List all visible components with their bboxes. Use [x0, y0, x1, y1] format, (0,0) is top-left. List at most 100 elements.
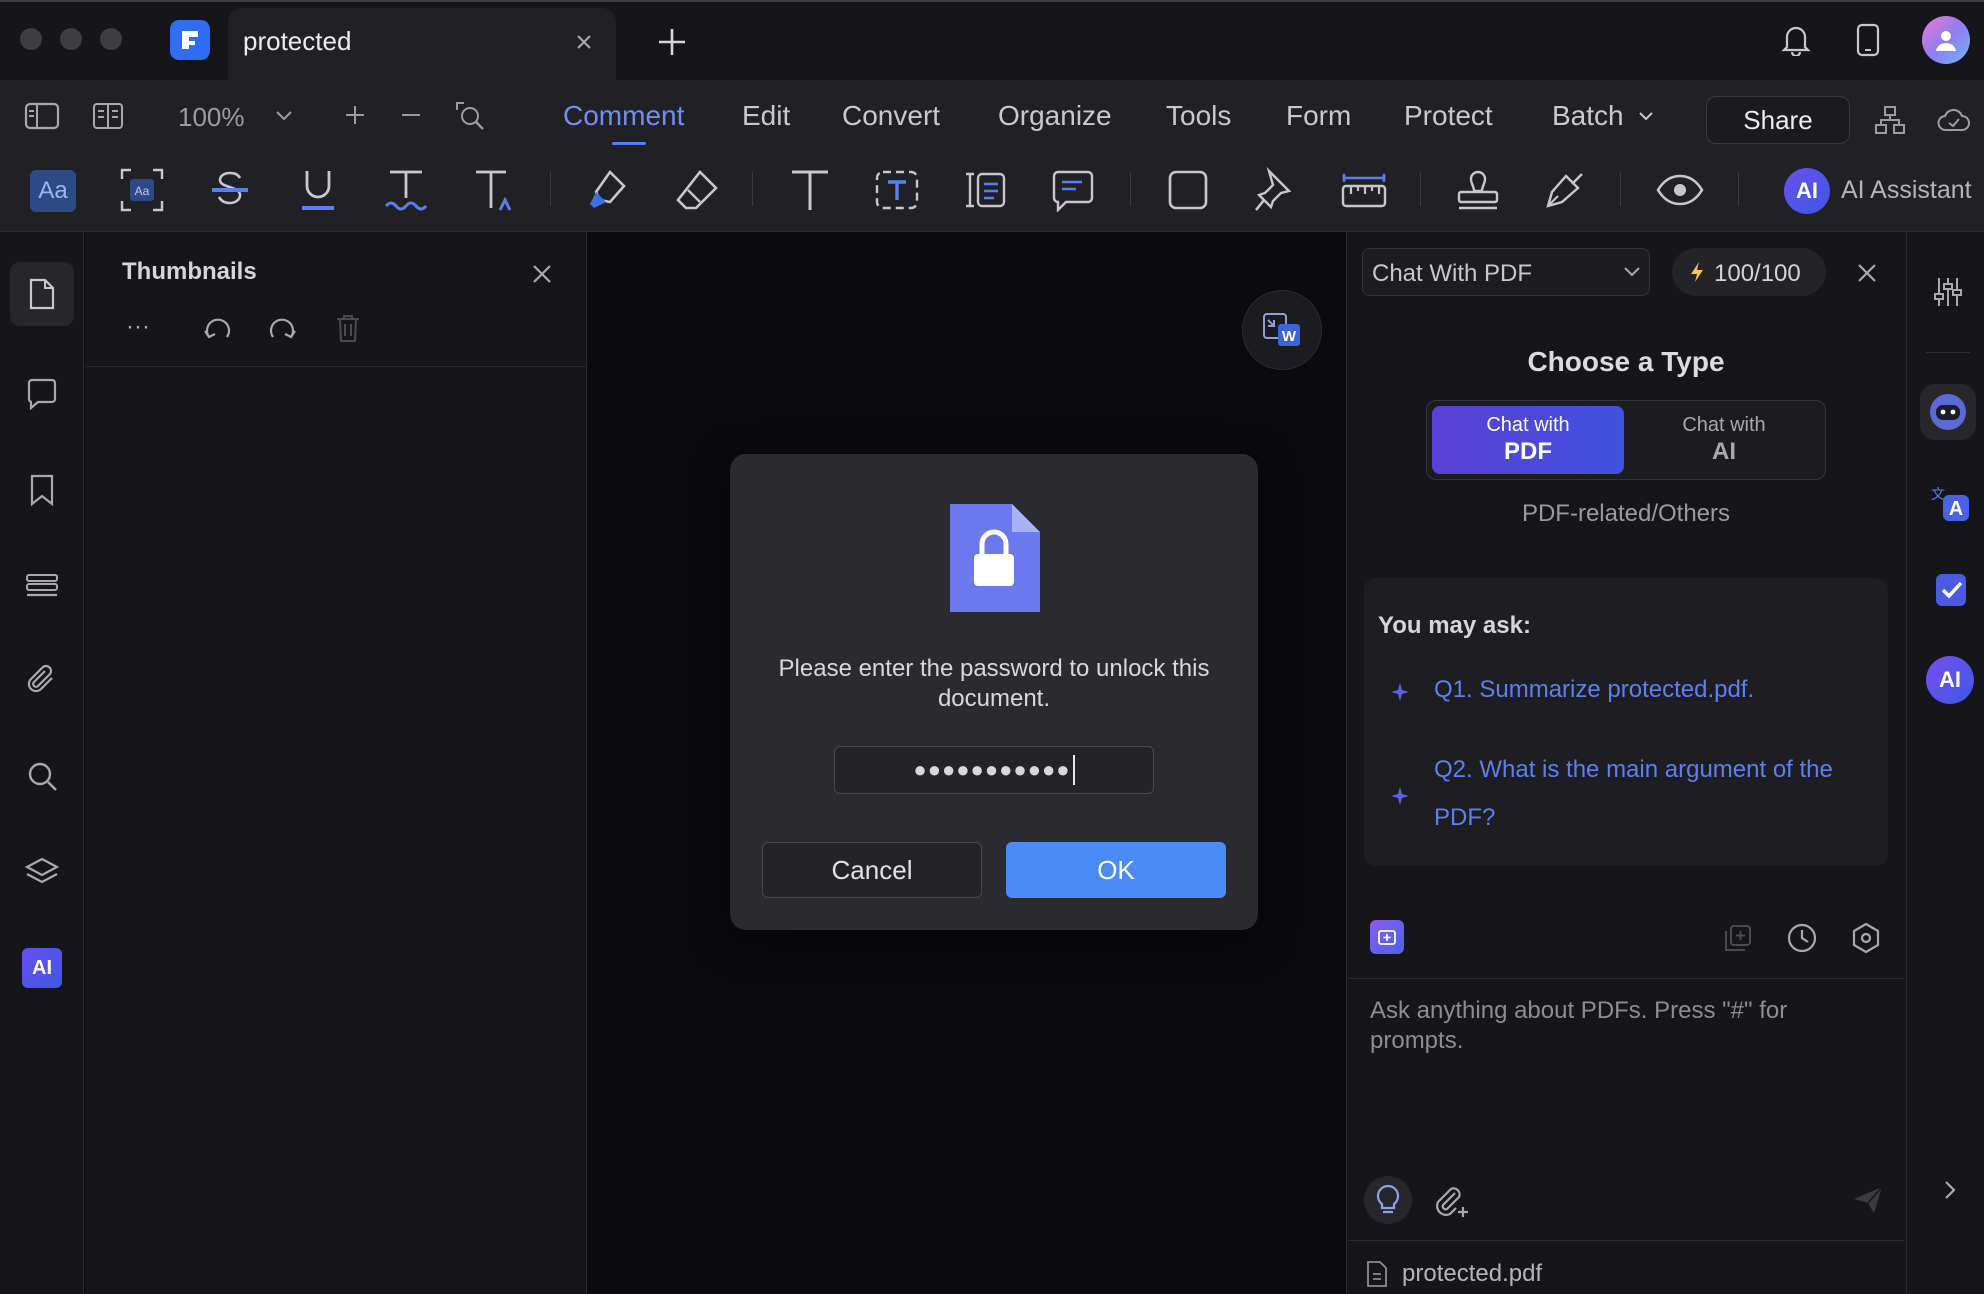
chat-input-placeholder[interactable]: Ask anything about PDFs. Press "#" for p… [1370, 996, 1810, 1056]
suggested-question-2[interactable]: Q2. What is the main argument of the PDF… [1434, 746, 1874, 842]
bell-icon[interactable] [1776, 20, 1816, 60]
close-thumbnails-icon[interactable] [526, 258, 558, 290]
stamp-icon[interactable] [1452, 166, 1504, 214]
attachment-icon[interactable] [22, 660, 62, 700]
menu-convert[interactable]: Convert [842, 100, 940, 132]
zoom-in-icon[interactable] [340, 100, 370, 130]
file-icon [1364, 1258, 1390, 1290]
highlighter-icon[interactable] [584, 166, 634, 214]
measure-ruler-icon[interactable] [1338, 166, 1390, 214]
new-tab-icon[interactable] [654, 24, 690, 60]
ai-robot-icon[interactable] [1920, 384, 1976, 440]
zoom-dropdown-icon[interactable] [272, 104, 296, 128]
ai-assistant-icon[interactable]: AI [1784, 168, 1830, 214]
chat-with-ai-bottom: AI [1712, 438, 1736, 465]
new-chat-icon[interactable] [1720, 920, 1756, 956]
text-style-icon[interactable]: Aa [30, 170, 76, 212]
ai-assistant-label[interactable]: AI Assistant [1841, 176, 1972, 205]
zoom-level[interactable]: 100% [178, 102, 245, 133]
area-zoom-icon[interactable] [450, 98, 490, 134]
text-tool-icon[interactable] [786, 166, 834, 214]
panel-settings-sliders-icon[interactable] [1928, 272, 1968, 312]
close-ai-panel-icon[interactable] [1852, 258, 1882, 288]
mobile-device-icon[interactable] [1848, 20, 1888, 60]
chat-with-pdf-option[interactable]: Chat with PDF [1432, 406, 1624, 474]
note-icon[interactable] [1048, 166, 1098, 214]
suggested-question-1[interactable]: Q1. Summarize protected.pdf. [1434, 666, 1874, 714]
history-clock-icon[interactable] [1784, 920, 1820, 956]
cloud-sync-icon[interactable] [1934, 100, 1974, 140]
password-input[interactable]: ●●●●●●●●●●● [834, 746, 1154, 794]
delete-page-icon[interactable] [330, 310, 366, 346]
comments-panel-icon[interactable] [22, 374, 62, 414]
text-caret-icon[interactable] [470, 166, 518, 214]
send-icon[interactable] [1846, 1180, 1890, 1220]
menu-form[interactable]: Form [1286, 100, 1351, 132]
sidebar-toggle-icon[interactable] [20, 96, 64, 136]
toolbar-separator [752, 172, 753, 206]
window-close-dot[interactable] [20, 28, 42, 50]
menu-tools[interactable]: Tools [1166, 100, 1231, 132]
menu-protect[interactable]: Protect [1404, 100, 1493, 132]
convert-to-word-icon[interactable]: W [1242, 290, 1322, 370]
pin-icon[interactable] [1250, 166, 1298, 214]
eraser-icon[interactable] [672, 166, 722, 214]
svg-text:W: W [1282, 328, 1297, 345]
zoom-out-icon[interactable] [396, 100, 426, 130]
bookmark-icon[interactable] [22, 470, 62, 510]
ai-assistant-rail-icon[interactable]: AI [1926, 656, 1974, 704]
chevron-right-icon[interactable] [1936, 1176, 1964, 1204]
ai-tools-rail-icon[interactable]: AI [22, 948, 62, 988]
credits-count: 100/100 [1714, 260, 1801, 287]
lightning-icon [1686, 260, 1708, 284]
ai-translate-icon[interactable]: 文A [1926, 480, 1972, 526]
toolbar-separator [1738, 172, 1739, 206]
more-options-icon[interactable]: ··· [118, 312, 158, 342]
share-button[interactable]: Share [1706, 96, 1850, 144]
toolbar-separator [1130, 172, 1131, 206]
suggested-questions-title: You may ask: [1378, 612, 1531, 639]
prompt-library-icon[interactable] [1370, 920, 1404, 954]
ok-button[interactable]: OK [1006, 842, 1226, 898]
menu-organize[interactable]: Organize [998, 100, 1112, 132]
squiggly-underline-icon[interactable] [382, 166, 430, 214]
strikethrough-icon[interactable] [206, 166, 254, 214]
batch-chevron-down-icon[interactable] [1636, 108, 1656, 124]
rotate-left-icon[interactable] [200, 310, 236, 346]
chat-with-pdf-top: Chat with [1486, 414, 1570, 436]
underline-icon[interactable] [294, 166, 342, 214]
rail-divider [1926, 352, 1970, 353]
menu-edit[interactable]: Edit [742, 100, 790, 132]
chevron-down-icon[interactable] [1620, 264, 1644, 280]
avatar[interactable] [1922, 16, 1970, 64]
close-tab-icon[interactable] [570, 28, 598, 56]
lightbulb-icon[interactable] [1364, 1176, 1412, 1224]
rectangle-shape-icon[interactable] [1164, 166, 1212, 214]
active-menu-indicator [612, 142, 646, 145]
cancel-button[interactable]: Cancel [762, 842, 982, 898]
page-layout-icon[interactable] [86, 96, 130, 136]
text-recognition-icon[interactable]: Aa [118, 166, 166, 214]
eye-icon[interactable] [1654, 166, 1706, 214]
menu-comment[interactable]: Comment [563, 100, 684, 132]
outline-list-icon[interactable] [22, 566, 62, 606]
window-zoom-dot[interactable] [100, 28, 122, 50]
tab-title: protected [243, 26, 352, 56]
window-minimize-dot[interactable] [60, 28, 82, 50]
rotate-right-icon[interactable] [264, 310, 300, 346]
menu-batch[interactable]: Batch [1552, 100, 1624, 132]
attach-file-icon[interactable] [1428, 1180, 1472, 1222]
signature-pen-icon[interactable] [1540, 166, 1592, 214]
text-box-icon[interactable] [872, 166, 922, 214]
page-thumbnails-icon[interactable] [22, 274, 62, 314]
sparkle-icon [1388, 680, 1412, 704]
layers-icon[interactable] [22, 852, 62, 892]
workflow-icon[interactable] [1870, 100, 1910, 140]
locked-document-icon [946, 500, 1042, 616]
callout-icon[interactable] [960, 166, 1010, 214]
ai-proofread-icon[interactable] [1930, 568, 1972, 612]
settings-hexagon-icon[interactable] [1848, 920, 1884, 956]
app-logo-icon [170, 20, 210, 60]
search-icon[interactable] [22, 756, 62, 796]
chat-with-ai-option[interactable]: Chat with AI [1628, 406, 1820, 474]
